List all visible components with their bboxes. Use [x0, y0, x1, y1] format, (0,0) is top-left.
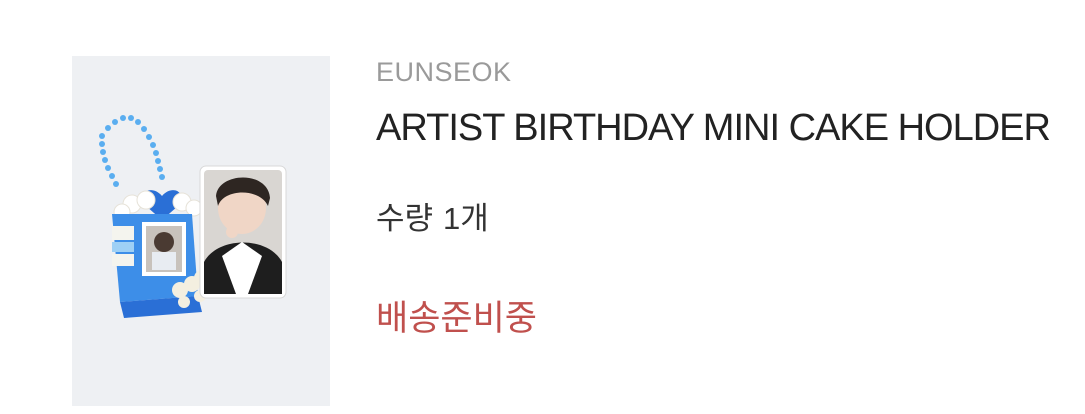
quantity-value: 1개 [443, 201, 489, 236]
quantity: 수량 1개 [376, 193, 489, 238]
product-thumbnail[interactable] [72, 56, 330, 406]
artist-name: EUNSEOK [376, 57, 512, 87]
delivery-status: 배송준비중 [376, 299, 538, 338]
product-image [99, 115, 287, 318]
product-name[interactable]: ARTIST BIRTHDAY MINI CAKE HOLDER [376, 107, 1051, 150]
quantity-label: 수량 [376, 201, 434, 236]
ball-chain [99, 115, 165, 187]
order-item: EUNSEOK ARTIST BIRTHDAY MINI CAKE HOLDER… [0, 0, 1085, 414]
